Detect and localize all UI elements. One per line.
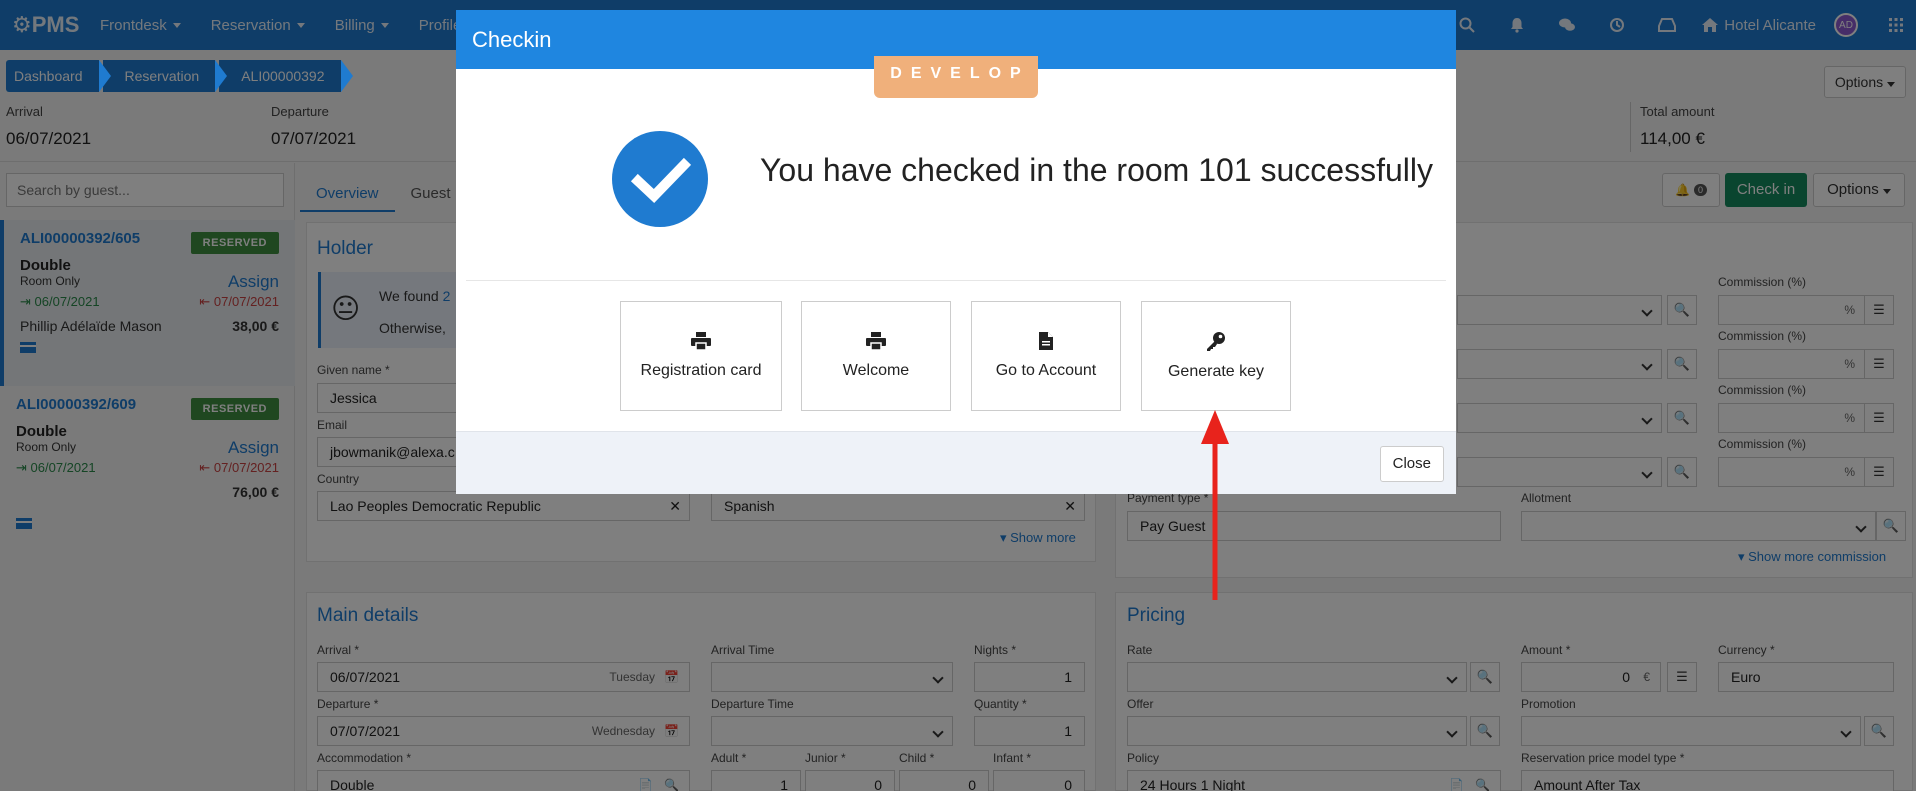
generate-key-label: Generate key <box>1167 363 1265 380</box>
success-message: You have checked in the room 101 success… <box>760 152 1433 188</box>
document-icon <box>1039 332 1053 350</box>
generate-key-button[interactable]: Generate key <box>1141 301 1291 411</box>
modal-footer: Close <box>456 431 1456 494</box>
annotation-arrow-icon <box>1201 410 1229 600</box>
go-to-account-label: Go to Account <box>995 362 1097 379</box>
modal-divider <box>466 280 1446 281</box>
check-circle-icon <box>612 131 708 227</box>
checkin-modal: Checkin DEVELOP You have checked in the … <box>456 10 1456 494</box>
environment-badge: DEVELOP <box>874 56 1038 98</box>
printer-icon <box>691 332 711 350</box>
welcome-button[interactable]: Welcome <box>801 301 951 411</box>
close-button[interactable]: Close <box>1379 446 1444 482</box>
welcome-label: Welcome <box>842 362 910 379</box>
registration-card-label: Registration card <box>640 362 762 379</box>
go-to-account-button[interactable]: Go to Account <box>971 301 1121 411</box>
key-icon <box>1207 332 1225 351</box>
printer-icon <box>866 332 886 350</box>
registration-card-button[interactable]: Registration card <box>620 301 782 411</box>
